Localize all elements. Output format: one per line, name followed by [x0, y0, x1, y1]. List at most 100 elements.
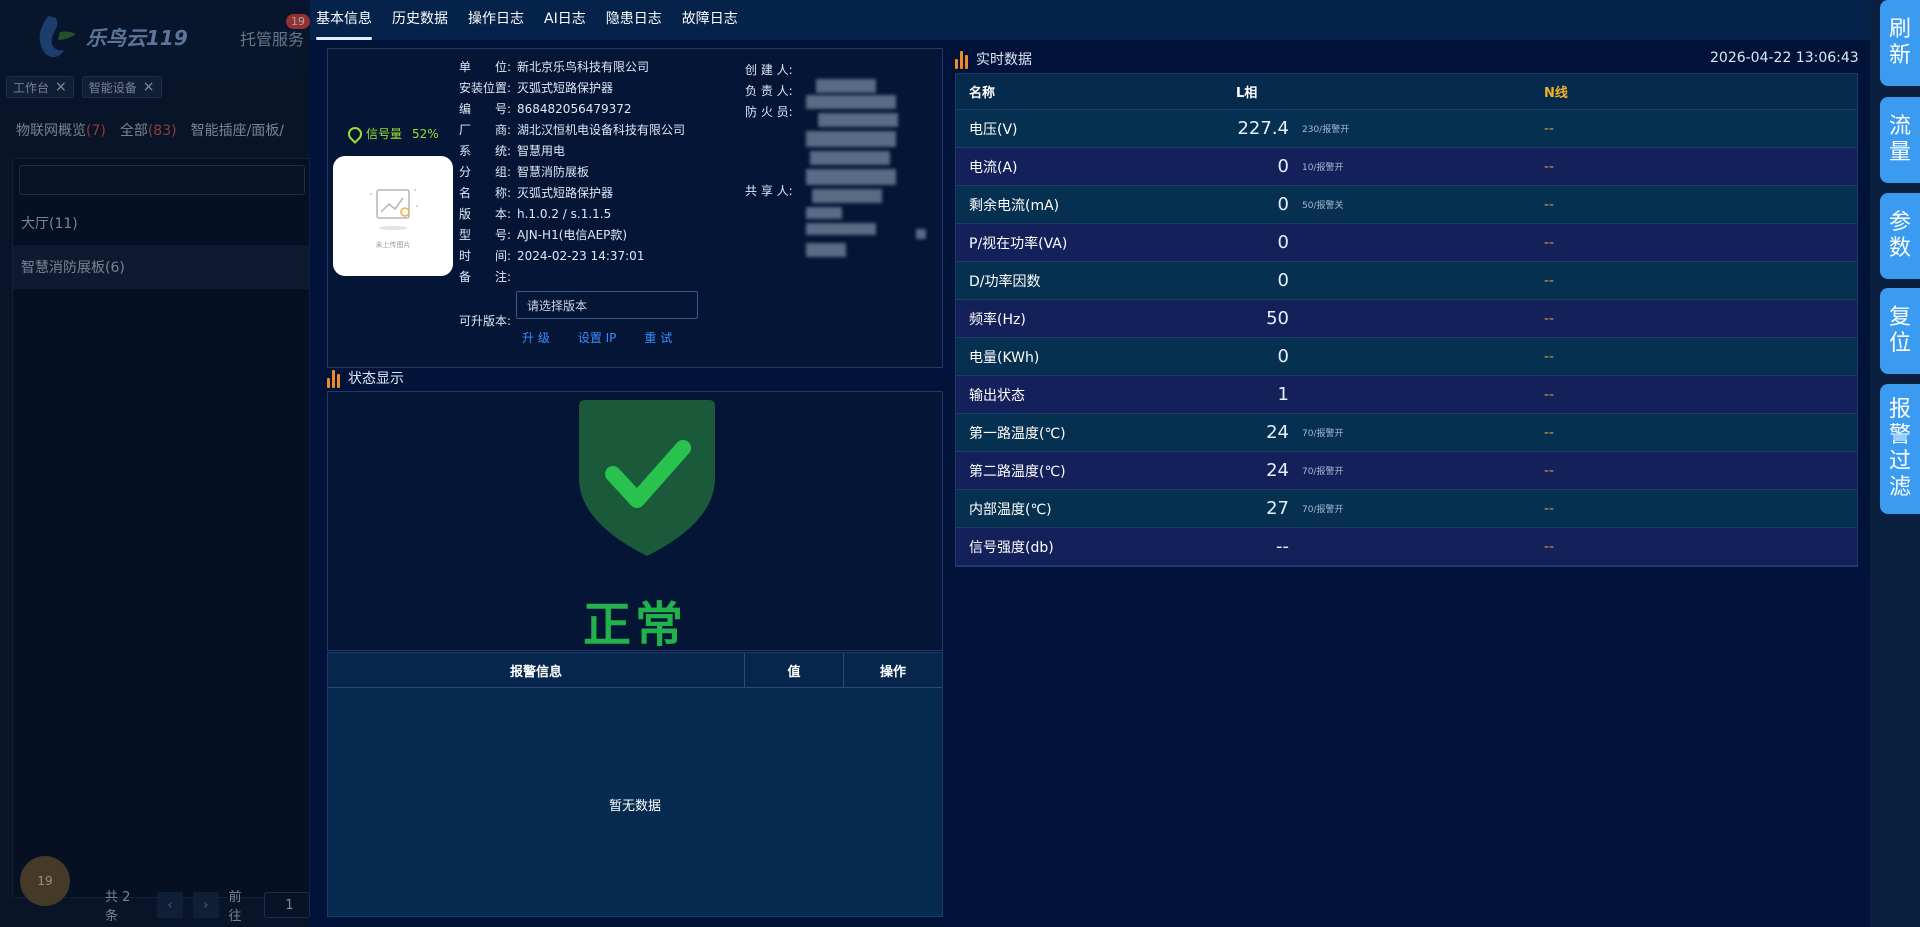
table-row: 电流(A) 0 10/报警开 -- [956, 148, 1857, 186]
alarm-filter-button[interactable]: 报警过滤 [1880, 384, 1920, 514]
field-value: 新北京乐鸟科技有限公司 [517, 60, 650, 74]
upgrade-button[interactable]: 升 级 [522, 329, 550, 346]
retry-button[interactable]: 重 试 [644, 329, 672, 346]
l-phase-cell: 24 70/报警开 [1156, 460, 1492, 481]
metric-name: 剩余电流(mA) [969, 197, 1060, 214]
metric-threshold: 70/报警开 [1302, 429, 1344, 439]
traffic-button[interactable]: 流量 [1880, 97, 1920, 183]
realtime-table-body: 电压(V) 227.4 230/报警开 -- 电流(A) 0 10/报警开 -- 剩余电流(mA… [956, 110, 1857, 566]
l-phase-cell: 50 [1156, 308, 1492, 329]
metric-name: 内部温度(℃) [969, 501, 1052, 518]
signal-label: 信号量 [366, 127, 403, 141]
column-header: N线 [1544, 86, 1568, 101]
field-row: 厂 商: 湖北汉恒机电设备科技有限公司 [459, 119, 685, 140]
l-phase-cell: 227.4 230/报警开 [1156, 118, 1492, 139]
section-title-text: 状态显示 [348, 371, 404, 387]
signal-value: 52% [412, 126, 439, 141]
tab-history-data[interactable]: 历史数据 [392, 8, 448, 40]
n-line-value: -- [1544, 386, 1555, 403]
tab-fault-log[interactable]: 故障日志 [682, 8, 738, 40]
tab-operation-log[interactable]: 操作日志 [468, 8, 524, 40]
metric-threshold: 50/报警关 [1302, 201, 1344, 211]
n-line-value: -- [1544, 272, 1555, 289]
field-row: 安装位置: 灭弧式短路保护器 [459, 77, 685, 98]
modal-overlay[interactable] [0, 0, 310, 927]
l-phase-cell: 0 [1156, 232, 1492, 253]
bar-chart-icon [955, 49, 968, 69]
metric-name: 电流(A) [969, 159, 1018, 176]
metric-name: 电量(KWh) [969, 349, 1040, 366]
metric-name: 信号强度(db) [969, 539, 1054, 556]
table-row: 第一路温度(℃) 24 70/报警开 -- [956, 414, 1857, 452]
field-value: AJN-H1(电信AEP款) [517, 228, 628, 242]
field-row: 编 号: 868482056479372 [459, 98, 685, 119]
shield-check-icon [579, 400, 715, 556]
redacted-names [806, 79, 926, 261]
metric-name: P/视在功率(VA) [969, 235, 1068, 252]
parameters-button[interactable]: 参数 [1880, 193, 1920, 279]
field-label: 版 本: [459, 207, 512, 221]
n-line-value: -- [1544, 462, 1555, 479]
alarm-table-header: 报警信息 值 操作 [328, 653, 942, 688]
empty-state: 暂无数据 [608, 799, 661, 814]
field-row: 备 注: [459, 266, 685, 287]
metric-value: 50 [1266, 308, 1289, 329]
n-line-value: -- [1544, 120, 1555, 137]
version-select[interactable]: 请选择版本 [516, 291, 698, 319]
metric-value: -- [1276, 536, 1289, 557]
table-row: 电压(V) 227.4 230/报警开 -- [956, 110, 1857, 148]
table-row: 电量(KWh) 0 -- [956, 338, 1857, 376]
tab-basic-info[interactable]: 基本信息 [316, 8, 372, 40]
l-phase-cell: 1 [1156, 384, 1492, 405]
creator-row: 创 建 人: [745, 59, 803, 80]
field-value: 868482056479372 [517, 101, 632, 116]
action-links: 升 级 设置 IP 重 试 [522, 329, 672, 346]
button-label: 报警过滤 [1888, 397, 1911, 500]
background-app: 乐鸟云119 托管服务 19 工作台 × 智能设备 × 物联网概览(7) 全部(83… [0, 0, 310, 927]
l-phase-cell: 0 50/报警关 [1156, 194, 1492, 215]
signal-indicator: 信号量 52% [345, 123, 439, 144]
alarm-table: 报警信息 值 操作 暂无数据 [327, 652, 943, 917]
metric-name: 电压(V) [969, 121, 1018, 138]
tab-ai-log[interactable]: AI日志 [544, 8, 586, 40]
image-placeholder-icon [370, 189, 418, 230]
upgrade-version-label: 可升版本: [459, 314, 512, 328]
reset-button[interactable]: 复位 [1880, 288, 1920, 374]
field-label: 编 号: [459, 102, 512, 116]
table-row: 剩余电流(mA) 0 50/报警关 -- [956, 186, 1857, 224]
l-phase-cell: 24 70/报警开 [1156, 422, 1492, 443]
device-fields: 单 位: 新北京乐鸟科技有限公司 安装位置: 灭弧式短路保护器编 号: 86848205… [459, 56, 685, 287]
table-row: 信号强度(db) -- -- [956, 528, 1857, 566]
field-label: 名 称: [459, 186, 512, 200]
n-line-value: -- [1544, 348, 1555, 365]
set-ip-button[interactable]: 设置 IP [578, 329, 617, 346]
metric-threshold: 230/报警开 [1302, 125, 1350, 135]
people-fields: 创 建 人: 负 责 人: 防 火 员: [745, 59, 803, 122]
field-label: 防 火 员: [745, 105, 793, 119]
owner-row: 负 责 人: [745, 80, 803, 101]
table-row: 频率(Hz) 50 -- [956, 300, 1857, 338]
metric-name: 频率(Hz) [969, 311, 1026, 328]
n-line-value: -- [1544, 234, 1555, 251]
field-row: 名 称: 灭弧式短路保护器 [459, 182, 685, 203]
device-photo[interactable]: 未上传图片 [333, 156, 453, 276]
button-label: 流量 [1888, 114, 1911, 165]
table-row: P/视在功率(VA) 0 -- [956, 224, 1857, 262]
section-title-text: 实时数据 [976, 52, 1032, 68]
field-value: 灭弧式短路保护器 [517, 186, 614, 200]
n-line-value: -- [1544, 196, 1555, 213]
field-value: 灭弧式短路保护器 [517, 81, 614, 95]
realtime-section-title: 实时数据 [955, 49, 1032, 69]
status-panel: 正常 [327, 391, 943, 653]
metric-value: 0 [1277, 270, 1289, 291]
field-value: 智慧用电 [517, 144, 566, 158]
refresh-button[interactable]: 刷新 [1880, 0, 1920, 86]
button-label: 参数 [1888, 210, 1911, 261]
metric-value: 0 [1277, 346, 1289, 367]
metric-name: 第二路温度(℃) [969, 463, 1066, 480]
metric-value: 27 [1266, 498, 1289, 519]
column-header: 操作 [879, 664, 906, 680]
field-row: 单 位: 新北京乐鸟科技有限公司 [459, 56, 685, 77]
tab-hazard-log[interactable]: 隐患日志 [606, 8, 662, 40]
field-row: 版 本: h.1.0.2 / s.1.1.5 [459, 203, 685, 224]
